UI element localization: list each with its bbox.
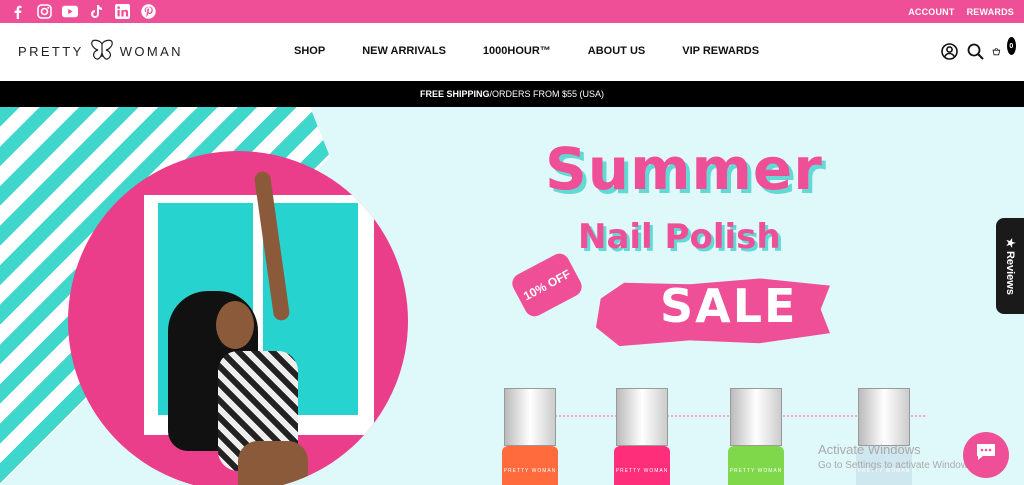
- cart-count-badge: 0: [1006, 37, 1016, 55]
- bottle-cap: [504, 388, 556, 446]
- bottle-green: PRETTY WOMAN: [728, 388, 784, 485]
- logo-left-text: PRETTY: [18, 44, 84, 59]
- nav-1000hour[interactable]: 1000HOUR™: [483, 45, 551, 57]
- reviews-label: ★ Reviews: [1003, 237, 1016, 295]
- cart-icon[interactable]: 0: [992, 37, 1016, 60]
- windows-watermark-sub: Go to Settings to activate Windows.: [818, 460, 976, 471]
- nav-vip-rewards[interactable]: VIP REWARDS: [682, 45, 759, 57]
- sale-text: SALE: [660, 279, 798, 333]
- tiktok-icon[interactable]: [88, 4, 104, 20]
- pinterest-icon[interactable]: [140, 4, 156, 20]
- bottle-cap: [730, 388, 782, 446]
- bottle-orange: PRETTY WOMAN: [502, 388, 558, 485]
- header-icons: 0: [940, 37, 1016, 60]
- shipping-banner: FREE SHIPPING/ORDERS FROM $55 (USA): [0, 81, 1024, 107]
- instagram-icon[interactable]: [36, 4, 52, 20]
- discount-tag: 10% OFF: [508, 250, 586, 320]
- model-face: [216, 301, 254, 349]
- shipping-bold-text: FREE SHIPPING: [419, 89, 490, 99]
- social-links: [10, 4, 156, 20]
- windows-watermark: Activate Windows: [818, 442, 921, 457]
- reviews-tab[interactable]: ★ Reviews: [996, 218, 1024, 314]
- logo-right-text: WOMAN: [119, 44, 183, 59]
- youtube-icon[interactable]: [62, 4, 78, 20]
- butterfly-icon: [90, 39, 114, 64]
- top-links: ACCOUNT REWARDS: [908, 7, 1014, 17]
- brand-logo[interactable]: PRETTY WOMAN: [18, 39, 183, 64]
- facebook-icon[interactable]: [10, 4, 26, 20]
- site-header: PRETTY WOMAN SHOP NEW ARRIVALS 1000HOUR™…: [0, 23, 1024, 81]
- chat-icon: [975, 442, 997, 468]
- bottle-body: [502, 446, 558, 485]
- nav-shop[interactable]: SHOP: [294, 45, 325, 57]
- bottle-cap: [858, 388, 910, 446]
- hero-title: Summer: [545, 135, 823, 203]
- linkedin-icon[interactable]: [114, 4, 130, 20]
- model-legs: [238, 441, 308, 485]
- hero-photo: [68, 151, 408, 485]
- hero-subtitle: Nail Polish: [578, 217, 781, 257]
- bottle-body: [728, 446, 784, 485]
- account-icon[interactable]: [940, 42, 958, 60]
- shipping-text: /ORDERS FROM $55 (USA): [489, 89, 605, 99]
- bottle-brand: PRETTY WOMAN: [729, 468, 783, 474]
- account-link[interactable]: ACCOUNT: [908, 7, 954, 17]
- top-bar: ACCOUNT REWARDS: [0, 0, 1024, 23]
- bottle-brand: PRETTY WOMAN: [503, 468, 557, 474]
- search-icon[interactable]: [966, 42, 984, 60]
- nav-about-us[interactable]: ABOUT US: [588, 45, 645, 57]
- chat-button[interactable]: [963, 432, 1009, 478]
- main-nav: SHOP NEW ARRIVALS 1000HOUR™ ABOUT US VIP…: [294, 45, 796, 57]
- bottle-body: [614, 446, 670, 485]
- hero-banner[interactable]: Summer Nail Polish 10% OFF SALE PRETTY W…: [0, 107, 1024, 485]
- nav-new-arrivals[interactable]: NEW ARRIVALS: [362, 45, 446, 57]
- bottle-cap: [616, 388, 668, 446]
- bottle-pink: PRETTY WOMAN: [614, 388, 670, 485]
- rewards-link[interactable]: REWARDS: [967, 7, 1014, 17]
- bottle-brand: PRETTY WOMAN: [615, 468, 669, 474]
